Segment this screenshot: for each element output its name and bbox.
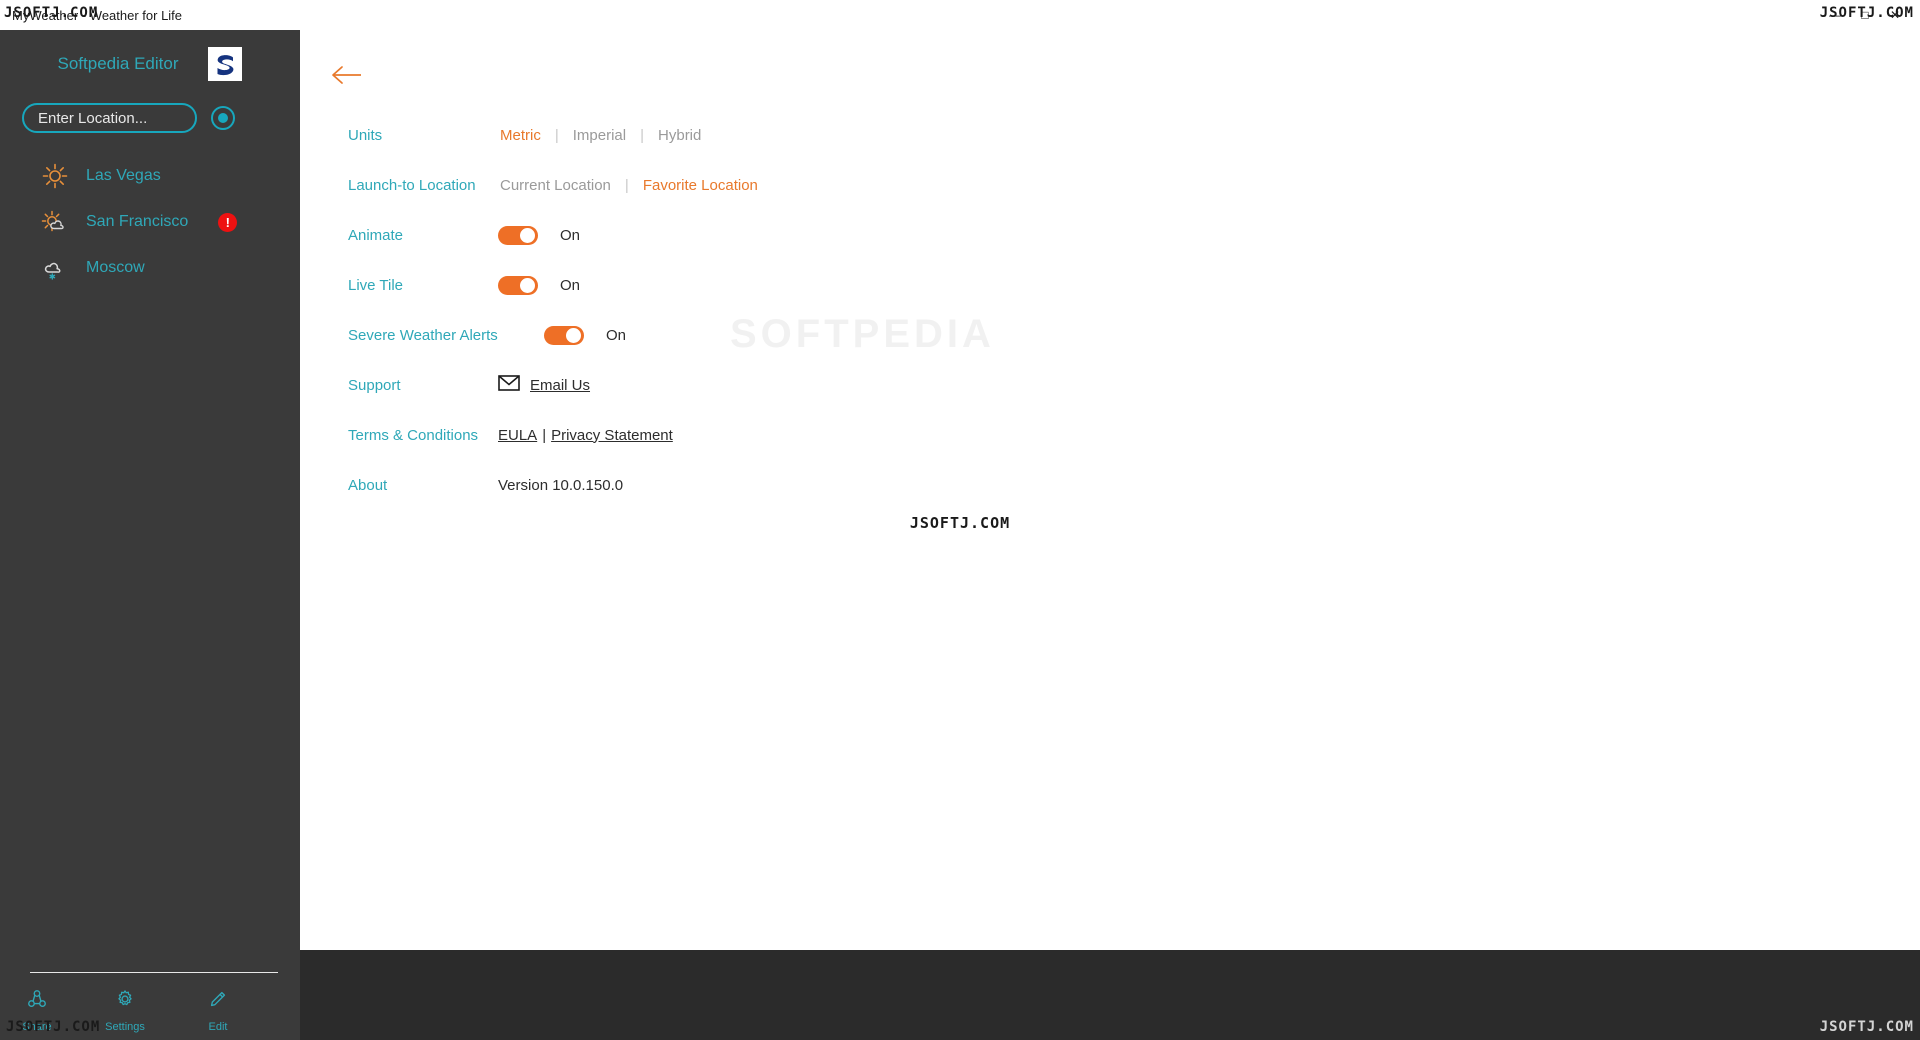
email-us-link[interactable]: Email Us [530, 377, 590, 394]
share-icon [26, 988, 48, 1015]
sidebar-header: Softpedia Editor [0, 30, 300, 81]
softpedia-editor-label: Softpedia Editor [57, 54, 179, 73]
version-value: Version 10.0.150.0 [498, 476, 624, 494]
segment-divider: | [640, 126, 645, 144]
units-option-imperial[interactable]: Imperial [571, 127, 628, 144]
settings-panel: Units Metric | Imperial | Hybrid Launch-… [300, 30, 1920, 950]
command-bar-divider [30, 972, 278, 973]
location-name: San Francisco [86, 213, 189, 230]
edit-label: Edit [208, 1021, 228, 1033]
location-search-row [22, 103, 300, 133]
toggle-knob [566, 327, 581, 343]
setting-row-terms: Terms & Conditions EULA | Privacy Statem… [348, 410, 1348, 460]
units-segmented-control: Metric | Imperial | Hybrid [498, 127, 703, 144]
command-bar-right-group: Edit [191, 988, 245, 1033]
location-name: Las Vegas [86, 167, 161, 184]
edit-button[interactable]: Edit [191, 988, 245, 1033]
envelope-icon [498, 374, 520, 396]
location-dot-icon [218, 113, 228, 123]
launch-location-label: Launch-to Location [348, 176, 476, 194]
sun-behind-cloud-icon [40, 207, 70, 237]
setting-row-launch-location: Launch-to Location Current Location | Fa… [348, 160, 1348, 210]
about-label: About [348, 476, 388, 494]
maximize-button[interactable]: □ [1850, 0, 1880, 30]
toggle-knob [520, 277, 535, 293]
severe-alerts-state: On [606, 326, 627, 344]
sidebar: Softpedia Editor Enter Location... Las V… [0, 30, 300, 1040]
toggle-knob [520, 227, 535, 243]
severe-alerts-label: Severe Weather Alerts [348, 326, 498, 344]
launch-option-favorite[interactable]: Favorite Location [641, 177, 760, 194]
support-label: Support [348, 376, 401, 394]
animate-state: On [560, 226, 581, 244]
cloud-snow-icon [40, 253, 70, 283]
setting-row-units: Units Metric | Imperial | Hybrid [348, 110, 1348, 160]
settings-rows: Units Metric | Imperial | Hybrid Launch-… [348, 110, 1348, 510]
setting-row-about: About Version 10.0.150.0 [348, 460, 1348, 510]
status-badge-alert[interactable]: ! [218, 212, 238, 232]
setting-row-live-tile: Live Tile On [348, 260, 1348, 310]
window-title: MyWeather - Weather for Life [12, 7, 183, 23]
pencil-icon [207, 988, 229, 1015]
setting-row-animate: Animate On [348, 210, 1348, 260]
list-item-moscow[interactable]: Moscow [0, 245, 300, 291]
list-item-las-vegas[interactable]: Las Vegas [0, 153, 300, 199]
minimize-button[interactable]: — [1820, 0, 1850, 30]
list-item-san-francisco[interactable]: San Francisco ! [0, 199, 300, 245]
settings-button[interactable]: Settings [98, 988, 152, 1033]
app-window: Softpedia Editor Enter Location... Las V… [0, 30, 1920, 1040]
launch-option-current[interactable]: Current Location [498, 177, 613, 194]
link-separator: | [542, 426, 547, 444]
location-name: Moscow [86, 259, 145, 276]
command-bar: Share Settings Edit [0, 962, 300, 1040]
current-location-button[interactable] [211, 106, 235, 130]
units-label: Units [348, 126, 383, 144]
command-bar-left-group: Share Settings [10, 988, 152, 1033]
segment-divider: | [554, 126, 559, 144]
share-label: Share [22, 1021, 52, 1033]
settings-label: Settings [105, 1021, 145, 1033]
window-controls: — □ ✕ [1820, 0, 1910, 30]
launch-location-segmented-control: Current Location | Favorite Location [498, 177, 760, 194]
location-list: Las Vegas San Francisco ! Moscow [0, 153, 300, 291]
privacy-statement-link[interactable]: Privacy Statement [551, 427, 673, 444]
window-title-bar: MyWeather - Weather for Life — □ ✕ [0, 0, 1920, 30]
setting-row-support: Support Email Us [348, 360, 1348, 410]
back-arrow-icon[interactable] [330, 62, 364, 88]
close-button[interactable]: ✕ [1880, 0, 1910, 30]
live-tile-state: On [560, 276, 581, 294]
terms-label: Terms & Conditions [348, 426, 479, 444]
share-button[interactable]: Share [10, 988, 64, 1033]
setting-row-severe-alerts: Severe Weather Alerts On [348, 310, 1348, 360]
severe-alerts-toggle[interactable] [544, 325, 584, 345]
search-input[interactable] [22, 103, 197, 133]
gear-icon [114, 988, 136, 1015]
eula-link[interactable]: EULA [498, 427, 537, 444]
live-tile-label: Live Tile [348, 276, 404, 294]
segment-divider: | [624, 176, 629, 194]
softpedia-logo-icon [208, 47, 243, 81]
live-tile-toggle[interactable] [498, 275, 538, 295]
units-option-metric[interactable]: Metric [498, 127, 543, 144]
sun-icon [40, 161, 70, 191]
animate-toggle[interactable] [498, 225, 538, 245]
units-option-hybrid[interactable]: Hybrid [656, 127, 703, 144]
animate-label: Animate [348, 226, 404, 244]
